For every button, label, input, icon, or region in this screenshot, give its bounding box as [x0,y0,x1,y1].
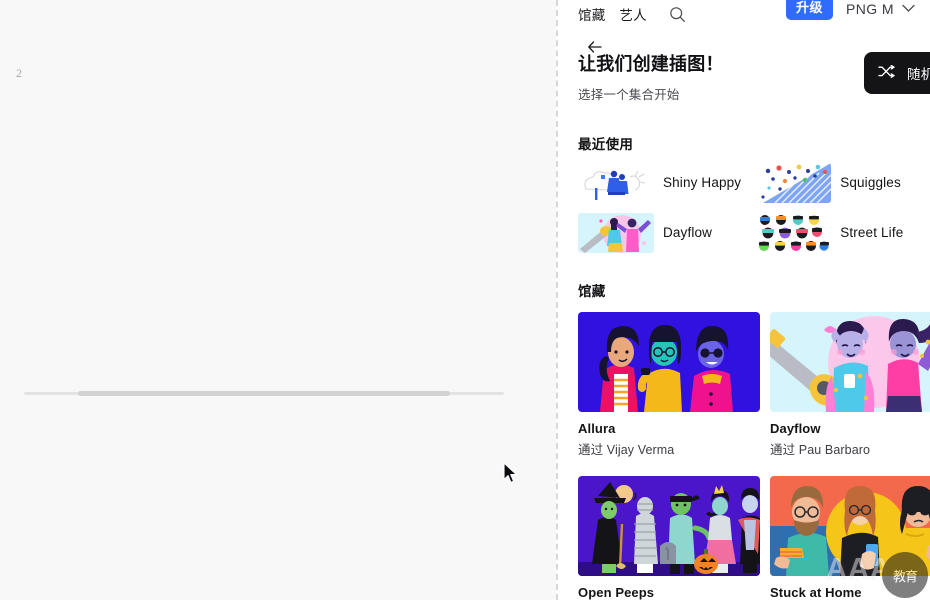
nav-collections[interactable]: 馆藏 [578,4,605,24]
recent-item-label: Shiny Happy [663,175,742,191]
collection-card-stuck-at-home[interactable]: Stuck at Home 通过 Mariana González [770,475,930,600]
collection-card-title: Dayflow [770,420,821,436]
app-root: 2 馆藏 艺人 升级 PNG M 让我们创建插图！ 选择一个集合开始 随 最近使… [0,0,930,600]
collection-card-allura[interactable]: Allura 通过 Vijay Verma [578,311,760,458]
squiggles-thumb [755,162,832,203]
search-icon[interactable] [669,5,687,23]
nav-artists[interactable]: 艺人 [619,4,646,24]
allura-art [578,311,760,412]
stuck-at-home-art [770,475,930,576]
collection-card-title: Allura [578,420,616,436]
page-number-label: 2 [16,66,23,80]
upgrade-button[interactable]: 升级 [786,0,834,20]
recent-item-label: Squiggles [840,175,901,191]
open-peeps-art [578,475,760,576]
recent-item-label: Dayflow [663,225,713,241]
recent-grid: Shiny Happy Squiggles Dayflow Street Lif… [578,162,912,253]
randomize-label: 随机化 [907,67,930,82]
shiny-happy-thumb [578,162,654,203]
recent-section-title: 最近使用 [578,136,634,152]
collection-card-title: Stuck at Home [770,584,862,600]
collections-grid: Allura 通过 Vijay Verma Dayflow 通过 Pau Bar… [578,311,930,600]
recent-item-squiggles[interactable]: Squiggles [755,162,912,203]
dayflow-thumb [578,212,654,253]
export-format-label: PNG M [846,1,894,17]
illustration-canvas-pane[interactable]: 2 [0,0,556,600]
illustration-picker-panel: 馆藏 艺人 升级 PNG M 让我们创建插图！ 选择一个集合开始 随 最近使用 … [556,0,930,600]
dayflow-art [770,311,930,412]
recent-item-shiny-happy[interactable]: Shiny Happy [578,162,742,203]
collections-section-title: 馆藏 [578,283,606,299]
collection-card-open-peeps[interactable]: Open Peeps 通过 Pablo Stanley [578,475,760,600]
recent-item-label: Street Life [840,225,904,241]
collection-card-author: 通过 Pau Barbaro [770,442,871,457]
shuffle-icon [878,64,895,81]
collection-card-dayflow[interactable]: Dayflow 通过 Pau Barbaro [770,311,930,458]
randomize-button[interactable]: 随机化 [864,52,930,94]
street-life-thumb [755,212,832,253]
collection-card-author: 通过 Vijay Verma [578,442,675,457]
recent-item-dayflow[interactable]: Dayflow [578,212,741,253]
collection-card-title: Open Peeps [578,584,655,600]
recent-item-street-life[interactable]: Street Life [755,212,912,253]
chevron-down-icon [902,0,915,18]
panel-topnav: 馆藏 艺人 升级 PNG M [558,0,930,28]
export-format-select[interactable]: PNG M [846,0,915,18]
horizontal-scrollbar-thumb[interactable] [78,391,450,396]
